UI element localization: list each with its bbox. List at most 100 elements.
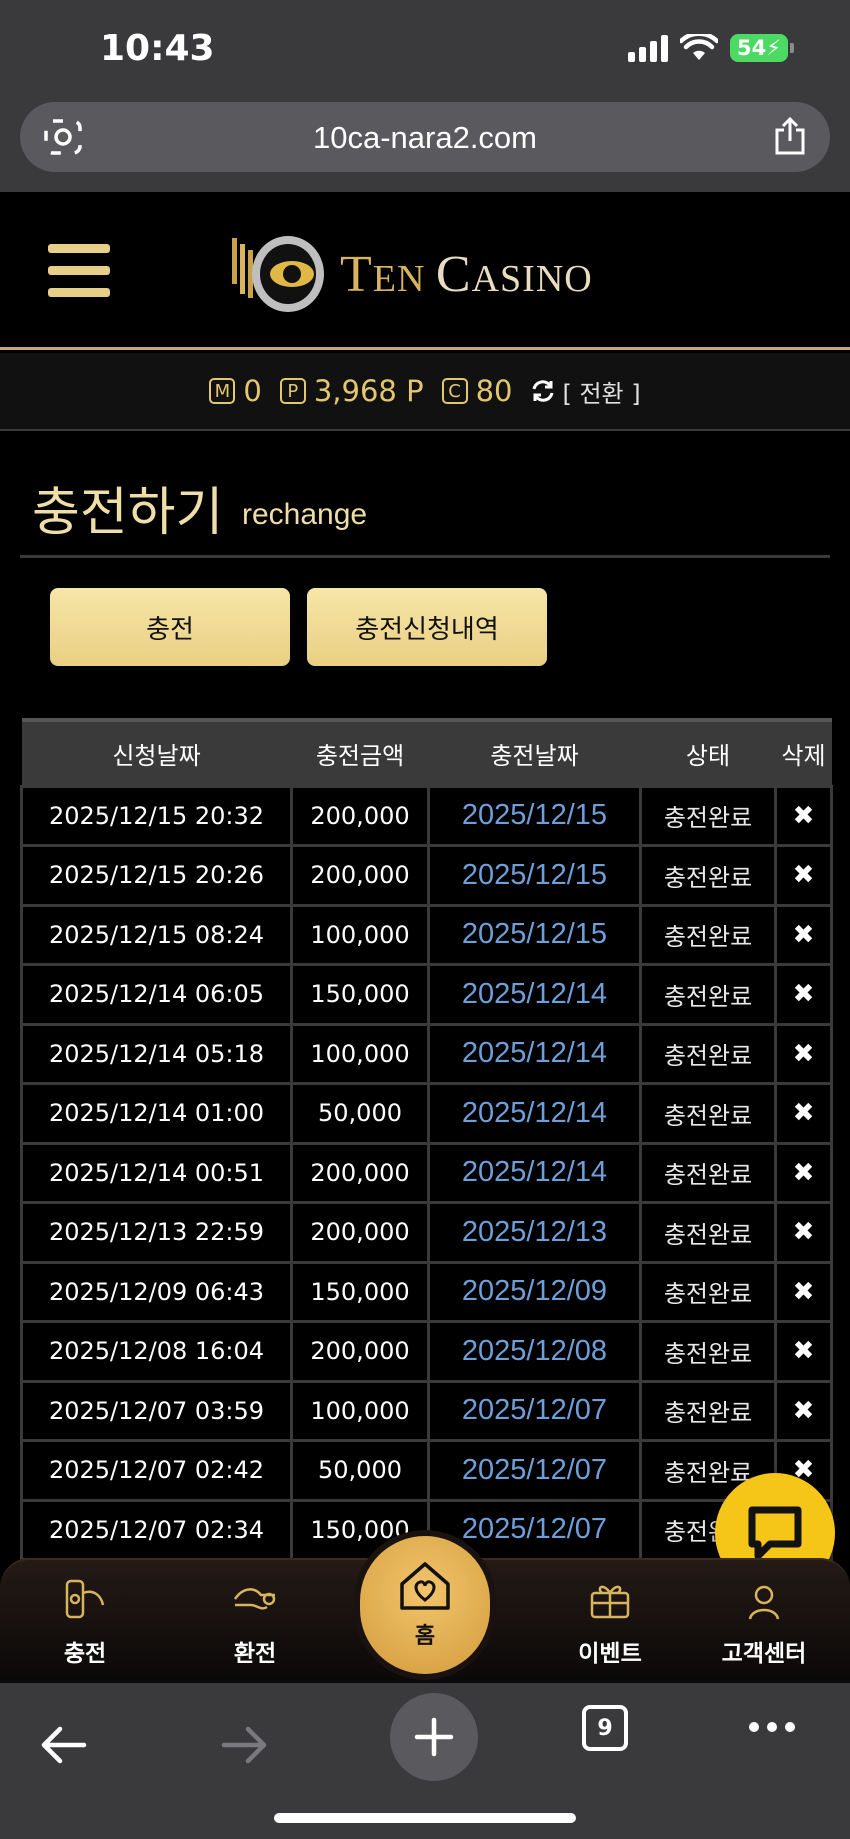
c-badge: C [441, 378, 468, 404]
delete-button[interactable]: ✖ [774, 1141, 833, 1204]
status-bar: 10:43 54 ⚡ [0, 0, 850, 95]
amount-cell: 100,000 [290, 1022, 430, 1085]
status-cell: 충전완료 [639, 784, 777, 847]
home-heart-icon [400, 1562, 450, 1610]
table-row: 2025/12/14 00:51 200,000 2025/12/14 충전완료 ✖ [20, 1141, 833, 1204]
amount-cell: 200,000 [290, 844, 430, 907]
nav-exchange-label: 환전 [233, 1641, 277, 1667]
request-date-cell: 2025/12/09 06:43 [20, 1260, 293, 1323]
logo-letter-t: T [340, 245, 373, 303]
charge-date-cell[interactable]: 2025/12/14 [427, 1141, 642, 1204]
url-text[interactable]: 10ca-nara2.com [20, 120, 830, 156]
charge-history-button[interactable]: 충전신청내역 [307, 588, 547, 666]
status-time: 10:43 [100, 28, 215, 69]
table-row: 2025/12/09 06:43 150,000 2025/12/09 충전완료 ✖ [20, 1260, 833, 1323]
request-date-cell: 2025/12/14 00:51 [20, 1141, 293, 1204]
plus-icon [414, 1717, 454, 1757]
request-date-cell: 2025/12/15 08:24 [20, 903, 293, 966]
logo-emblem-icon [232, 236, 324, 312]
new-tab-button[interactable] [390, 1693, 478, 1781]
forward-arrow-icon[interactable] [220, 1723, 270, 1767]
browser-url-area: 10ca-nara2.com [0, 95, 850, 192]
nav-exchange[interactable]: 환전 [195, 1574, 315, 1668]
amount-cell: 150,000 [290, 1260, 430, 1323]
delete-button[interactable]: ✖ [774, 963, 833, 1026]
charge-date-cell[interactable]: 2025/12/14 [427, 1022, 642, 1085]
charge-date-cell[interactable]: 2025/12/15 [427, 784, 642, 847]
convert-button[interactable]: [ 전환 ] [530, 374, 641, 409]
charge-date-cell[interactable]: 2025/12/07 [427, 1379, 642, 1442]
status-cell: 충전완료 [639, 1201, 777, 1264]
charge-date-cell[interactable]: 2025/12/14 [427, 1082, 642, 1145]
table-header-row: 신청날짜 충전금액 충전날짜 상태 삭제 [21, 718, 832, 786]
request-date-cell: 2025/12/08 16:04 [20, 1320, 293, 1383]
delete-button[interactable]: ✖ [774, 1379, 833, 1442]
nav-event[interactable]: 이벤트 [550, 1574, 670, 1668]
logo[interactable]: TEN CASINO [230, 230, 593, 318]
table-row: 2025/12/13 22:59 200,000 2025/12/13 충전완료 ✖ [20, 1201, 833, 1264]
share-icon[interactable] [772, 116, 808, 156]
amount-cell: 100,000 [290, 1379, 430, 1442]
nav-event-label: 이벤트 [578, 1641, 642, 1667]
amount-cell: 50,000 [290, 1439, 430, 1502]
charge-date-cell[interactable]: 2025/12/15 [427, 903, 642, 966]
casino-balance: C 80 [441, 374, 512, 408]
delete-button[interactable]: ✖ [774, 784, 833, 847]
status-cell: 충전완료 [639, 1022, 777, 1085]
charge-date-cell[interactable]: 2025/12/14 [427, 963, 642, 1026]
delete-button[interactable]: ✖ [774, 1082, 833, 1145]
m-value: 0 [243, 374, 262, 408]
delete-button[interactable]: ✖ [774, 1320, 833, 1383]
table-row: 2025/12/15 20:32 200,000 2025/12/15 충전완료 ✖ [20, 784, 833, 847]
charge-hand-icon [65, 1579, 105, 1619]
request-date-cell: 2025/12/07 03:59 [20, 1379, 293, 1442]
nav-home-button[interactable]: 홈 [360, 1536, 490, 1674]
nav-home-label: 홈 [414, 1624, 436, 1649]
nav-charge[interactable]: 충전 [25, 1574, 145, 1668]
amount-cell: 100,000 [290, 903, 430, 966]
menu-icon[interactable] [48, 244, 110, 298]
charge-date-cell[interactable]: 2025/12/08 [427, 1320, 642, 1383]
charge-date-cell[interactable]: 2025/12/07 [427, 1439, 642, 1502]
table-row: 2025/12/07 02:42 50,000 2025/12/07 충전완료 ✖ [20, 1439, 833, 1502]
site-header: TEN CASINO [0, 192, 850, 350]
nav-support[interactable]: 고객센터 [704, 1574, 824, 1668]
delete-button[interactable]: ✖ [774, 1022, 833, 1085]
table-row: 2025/12/07 03:59 100,000 2025/12/07 충전완료 ✖ [20, 1379, 833, 1442]
status-cell: 충전완료 [639, 1260, 777, 1323]
tabs-button[interactable]: 9 [582, 1705, 628, 1751]
request-date-cell: 2025/12/07 02:42 [20, 1439, 293, 1502]
p-value: 3,968 P [313, 374, 424, 408]
chat-bubble-icon [748, 1506, 802, 1560]
request-date-cell: 2025/12/15 20:26 [20, 844, 293, 907]
request-date-cell: 2025/12/15 20:32 [20, 784, 293, 847]
gift-icon [590, 1585, 630, 1619]
charge-date-cell[interactable]: 2025/12/13 [427, 1201, 642, 1264]
amount-cell: 200,000 [290, 784, 430, 847]
status-cell: 충전완료 [639, 1320, 777, 1383]
nav-support-label: 고객센터 [721, 1641, 807, 1667]
charge-date-cell[interactable]: 2025/12/09 [427, 1260, 642, 1323]
logo-letters-asino: ASINO [471, 257, 593, 300]
delete-button[interactable]: ✖ [774, 844, 833, 907]
p-badge: P [279, 378, 306, 404]
point-balance: P 3,968 P [279, 374, 424, 408]
more-icon[interactable] [748, 1721, 796, 1733]
delete-button[interactable]: ✖ [774, 903, 833, 966]
page-title-bar: 충전하기 rechange [20, 470, 830, 558]
request-date-cell: 2025/12/13 22:59 [20, 1201, 293, 1264]
logo-text: TEN CASINO [340, 245, 593, 304]
page-title: 충전하기 [32, 483, 224, 543]
battery-icon: 54 ⚡ [730, 34, 794, 62]
charge-button[interactable]: 충전 [50, 588, 290, 666]
charge-date-cell[interactable]: 2025/12/15 [427, 844, 642, 907]
nav-charge-label: 충전 [63, 1641, 107, 1667]
amount-cell: 50,000 [290, 1082, 430, 1145]
delete-button[interactable]: ✖ [774, 1260, 833, 1323]
amount-cell: 200,000 [290, 1320, 430, 1383]
status-cell: 충전완료 [639, 1082, 777, 1145]
delete-button[interactable]: ✖ [774, 1201, 833, 1264]
back-arrow-icon[interactable] [38, 1723, 88, 1767]
address-bar[interactable]: 10ca-nara2.com [20, 102, 830, 172]
request-date-cell: 2025/12/14 01:00 [20, 1082, 293, 1145]
